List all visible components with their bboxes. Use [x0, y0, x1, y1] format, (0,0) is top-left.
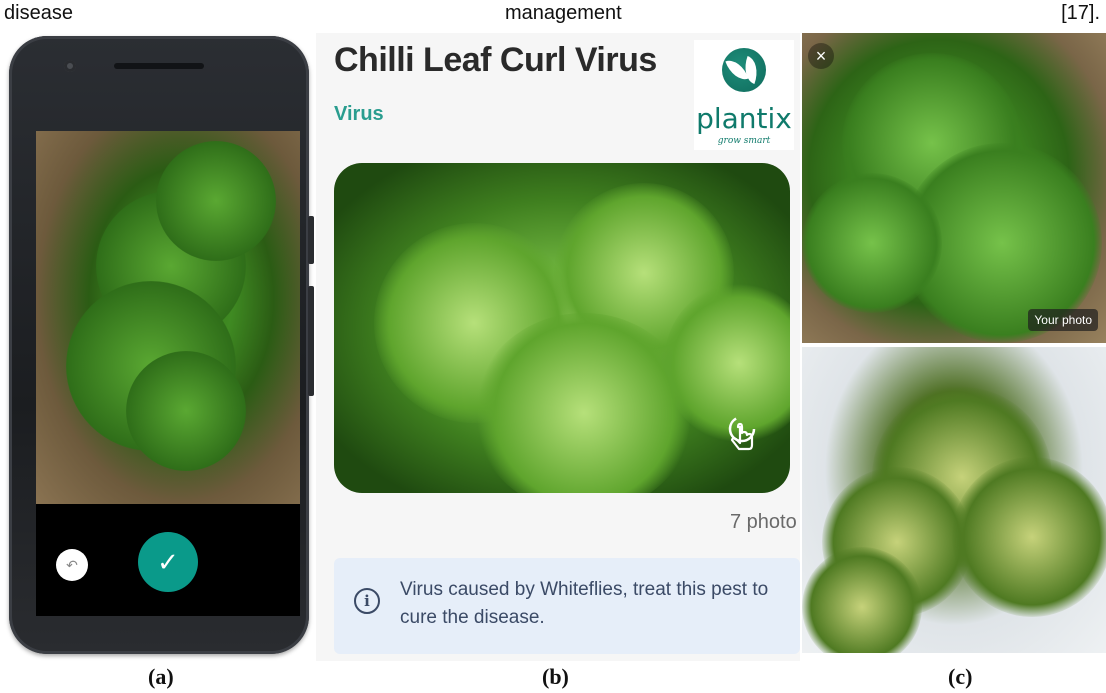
caption-citation: [17]. [1061, 2, 1100, 24]
phone-screen: ↶ ✓ [36, 131, 300, 616]
confirm-photo-button[interactable]: ✓ [138, 532, 198, 592]
camera-action-bar: ↶ ✓ [36, 504, 300, 616]
front-camera [64, 60, 76, 72]
logo-tagline: grow smart [717, 136, 771, 146]
plantix-logo: plantix grow smart [694, 40, 794, 150]
check-icon: ✓ [157, 546, 179, 577]
close-icon[interactable]: × [808, 43, 834, 69]
captured-plant-photo [36, 131, 300, 504]
caption-line: disease management [17]. [0, 2, 1106, 32]
photo-count[interactable]: 7 photo [730, 511, 797, 534]
phone-mockup: ↶ ✓ [9, 36, 314, 654]
disease-type: Virus [334, 103, 384, 125]
tap-hand-icon[interactable] [722, 413, 766, 457]
caption-word: management [505, 2, 622, 24]
retake-button[interactable]: ↶ [56, 549, 88, 581]
phone-side-button [308, 286, 314, 396]
panel-label-a: (a) [148, 664, 174, 689]
logo-name: plantix [696, 102, 792, 135]
info-banner: i Virus caused by Whiteflies, treat this… [334, 558, 800, 654]
panel-label-c: (c) [948, 664, 973, 689]
undo-icon: ↶ [66, 556, 78, 573]
info-text: Virus caused by Whiteflies, treat this p… [400, 579, 769, 628]
your-photo-badge: Your photo [1028, 309, 1098, 331]
leaf-logo-icon [722, 48, 766, 92]
caption-word: disease [4, 2, 73, 24]
panel-label-b: (b) [542, 664, 569, 689]
phone-speaker [114, 63, 204, 69]
phone-side-button [308, 216, 314, 264]
user-photo: × Your photo [802, 33, 1106, 343]
reference-photo [802, 347, 1106, 653]
disease-title: Chilli Leaf Curl Virus [334, 41, 657, 79]
diagnosis-screen: Chilli Leaf Curl Virus Virus plantix gro… [316, 33, 800, 661]
disease-photo[interactable] [334, 163, 790, 493]
info-icon: i [354, 588, 380, 614]
